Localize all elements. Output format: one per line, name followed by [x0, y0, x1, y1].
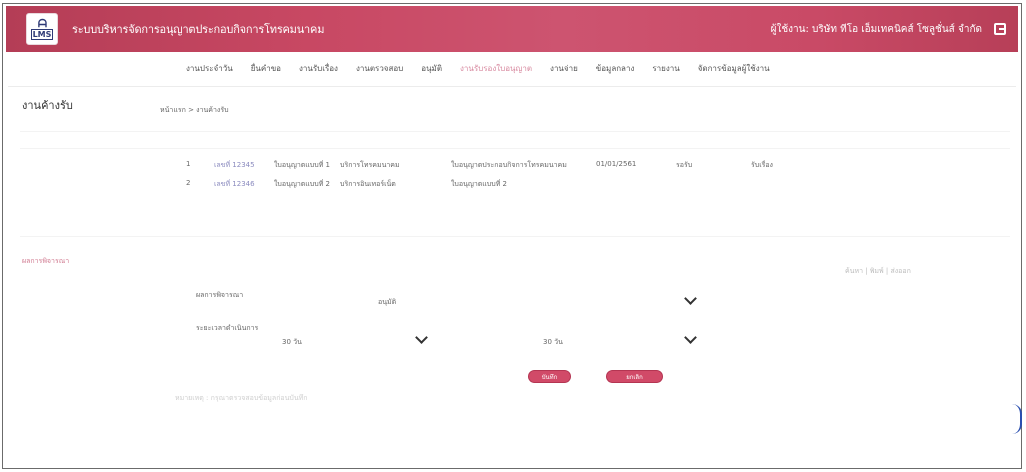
- logo-mark-icon: ᗩ: [37, 17, 47, 30]
- logout-icon[interactable]: [994, 23, 1006, 35]
- nav-item[interactable]: อนุมัติ: [421, 62, 442, 75]
- nav-item[interactable]: งานตรวจสอบ: [356, 62, 403, 75]
- app-title: ระบบบริหารจัดการอนุญาตประกอบกิจการโทรคมน…: [72, 23, 325, 36]
- page-title: งานค้างรับ: [22, 99, 73, 112]
- row-service: บริการอินเทอร์เน็ต: [340, 180, 396, 188]
- nav-item[interactable]: จัดการข้อมูลผู้ใช้งาน: [698, 62, 770, 75]
- row-service: บริการโทรคมนาคม: [340, 161, 400, 169]
- field2-select[interactable]: 30 วัน: [282, 337, 302, 348]
- nav-item[interactable]: ยื่นคำขอ: [251, 62, 281, 75]
- nav-item[interactable]: งานจ่าย: [550, 62, 578, 75]
- user-info: ผู้ใช้งาน: บริษัท ทีโอ เอ็มเทคนิคส์ โซลู…: [770, 23, 982, 35]
- table-tools[interactable]: ค้นหา | พิมพ์ | ส่งออก: [845, 266, 911, 277]
- field2-label: ระยะเวลาดำเนินการ: [196, 324, 259, 332]
- nav-item-active[interactable]: งานรับรองใบอนุญาต: [460, 62, 532, 75]
- row-id-link[interactable]: เลขที่ 12346: [214, 179, 255, 190]
- row-type: ใบอนุญาตแบบที่ 1: [274, 161, 330, 169]
- nav-item[interactable]: งานประจำวัน: [186, 62, 233, 75]
- nav-divider: [8, 86, 1016, 87]
- row-desc: ใบอนุญาตแบบที่ 2: [451, 180, 507, 188]
- nav-item[interactable]: งานรับเรื่อง: [299, 62, 338, 75]
- field1-select[interactable]: อนุมัติ: [378, 297, 396, 308]
- row-number: 1: [186, 160, 191, 168]
- row-action[interactable]: รับเรื่อง: [751, 160, 773, 171]
- nav-item[interactable]: รายงาน: [652, 62, 679, 75]
- row-status: รอรับ: [676, 161, 693, 169]
- nav-item[interactable]: ข้อมูลกลาง: [596, 62, 635, 75]
- section-label: ผลการพิจารณา: [22, 257, 70, 265]
- row-number: 2: [186, 179, 191, 187]
- section-divider: [20, 236, 1010, 237]
- logo-text: LMS: [30, 29, 54, 40]
- row-type: ใบอนุญาตแบบที่ 2: [274, 180, 330, 188]
- breadcrumb[interactable]: หน้าแรก > งานค้างรับ: [160, 105, 229, 116]
- table-header-line: [20, 148, 1010, 149]
- field1-label: ผลการพิจารณา: [196, 291, 244, 299]
- app-header: ᗩ LMS ระบบบริหารจัดการอนุญาตประกอบกิจการ…: [6, 6, 1018, 52]
- table-header-line: [20, 131, 1010, 132]
- row-id-link[interactable]: เลขที่ 12345: [214, 160, 255, 171]
- footer-note: หมายเหตุ : กรุณาตรวจสอบข้อมูลก่อนบันทึก: [175, 394, 308, 402]
- row-desc: ใบอนุญาตประกอบกิจการโทรคมนาคม: [451, 161, 567, 169]
- app-logo[interactable]: ᗩ LMS: [26, 13, 58, 45]
- row-date: 01/01/2561: [596, 160, 637, 168]
- field3-select[interactable]: 30 วัน: [543, 337, 563, 348]
- save-button[interactable]: บันทึก: [529, 371, 570, 382]
- cancel-button[interactable]: ยกเลิก: [607, 371, 662, 382]
- main-nav: งานประจำวัน ยื่นคำขอ งานรับเรื่อง งานตรว…: [186, 62, 770, 75]
